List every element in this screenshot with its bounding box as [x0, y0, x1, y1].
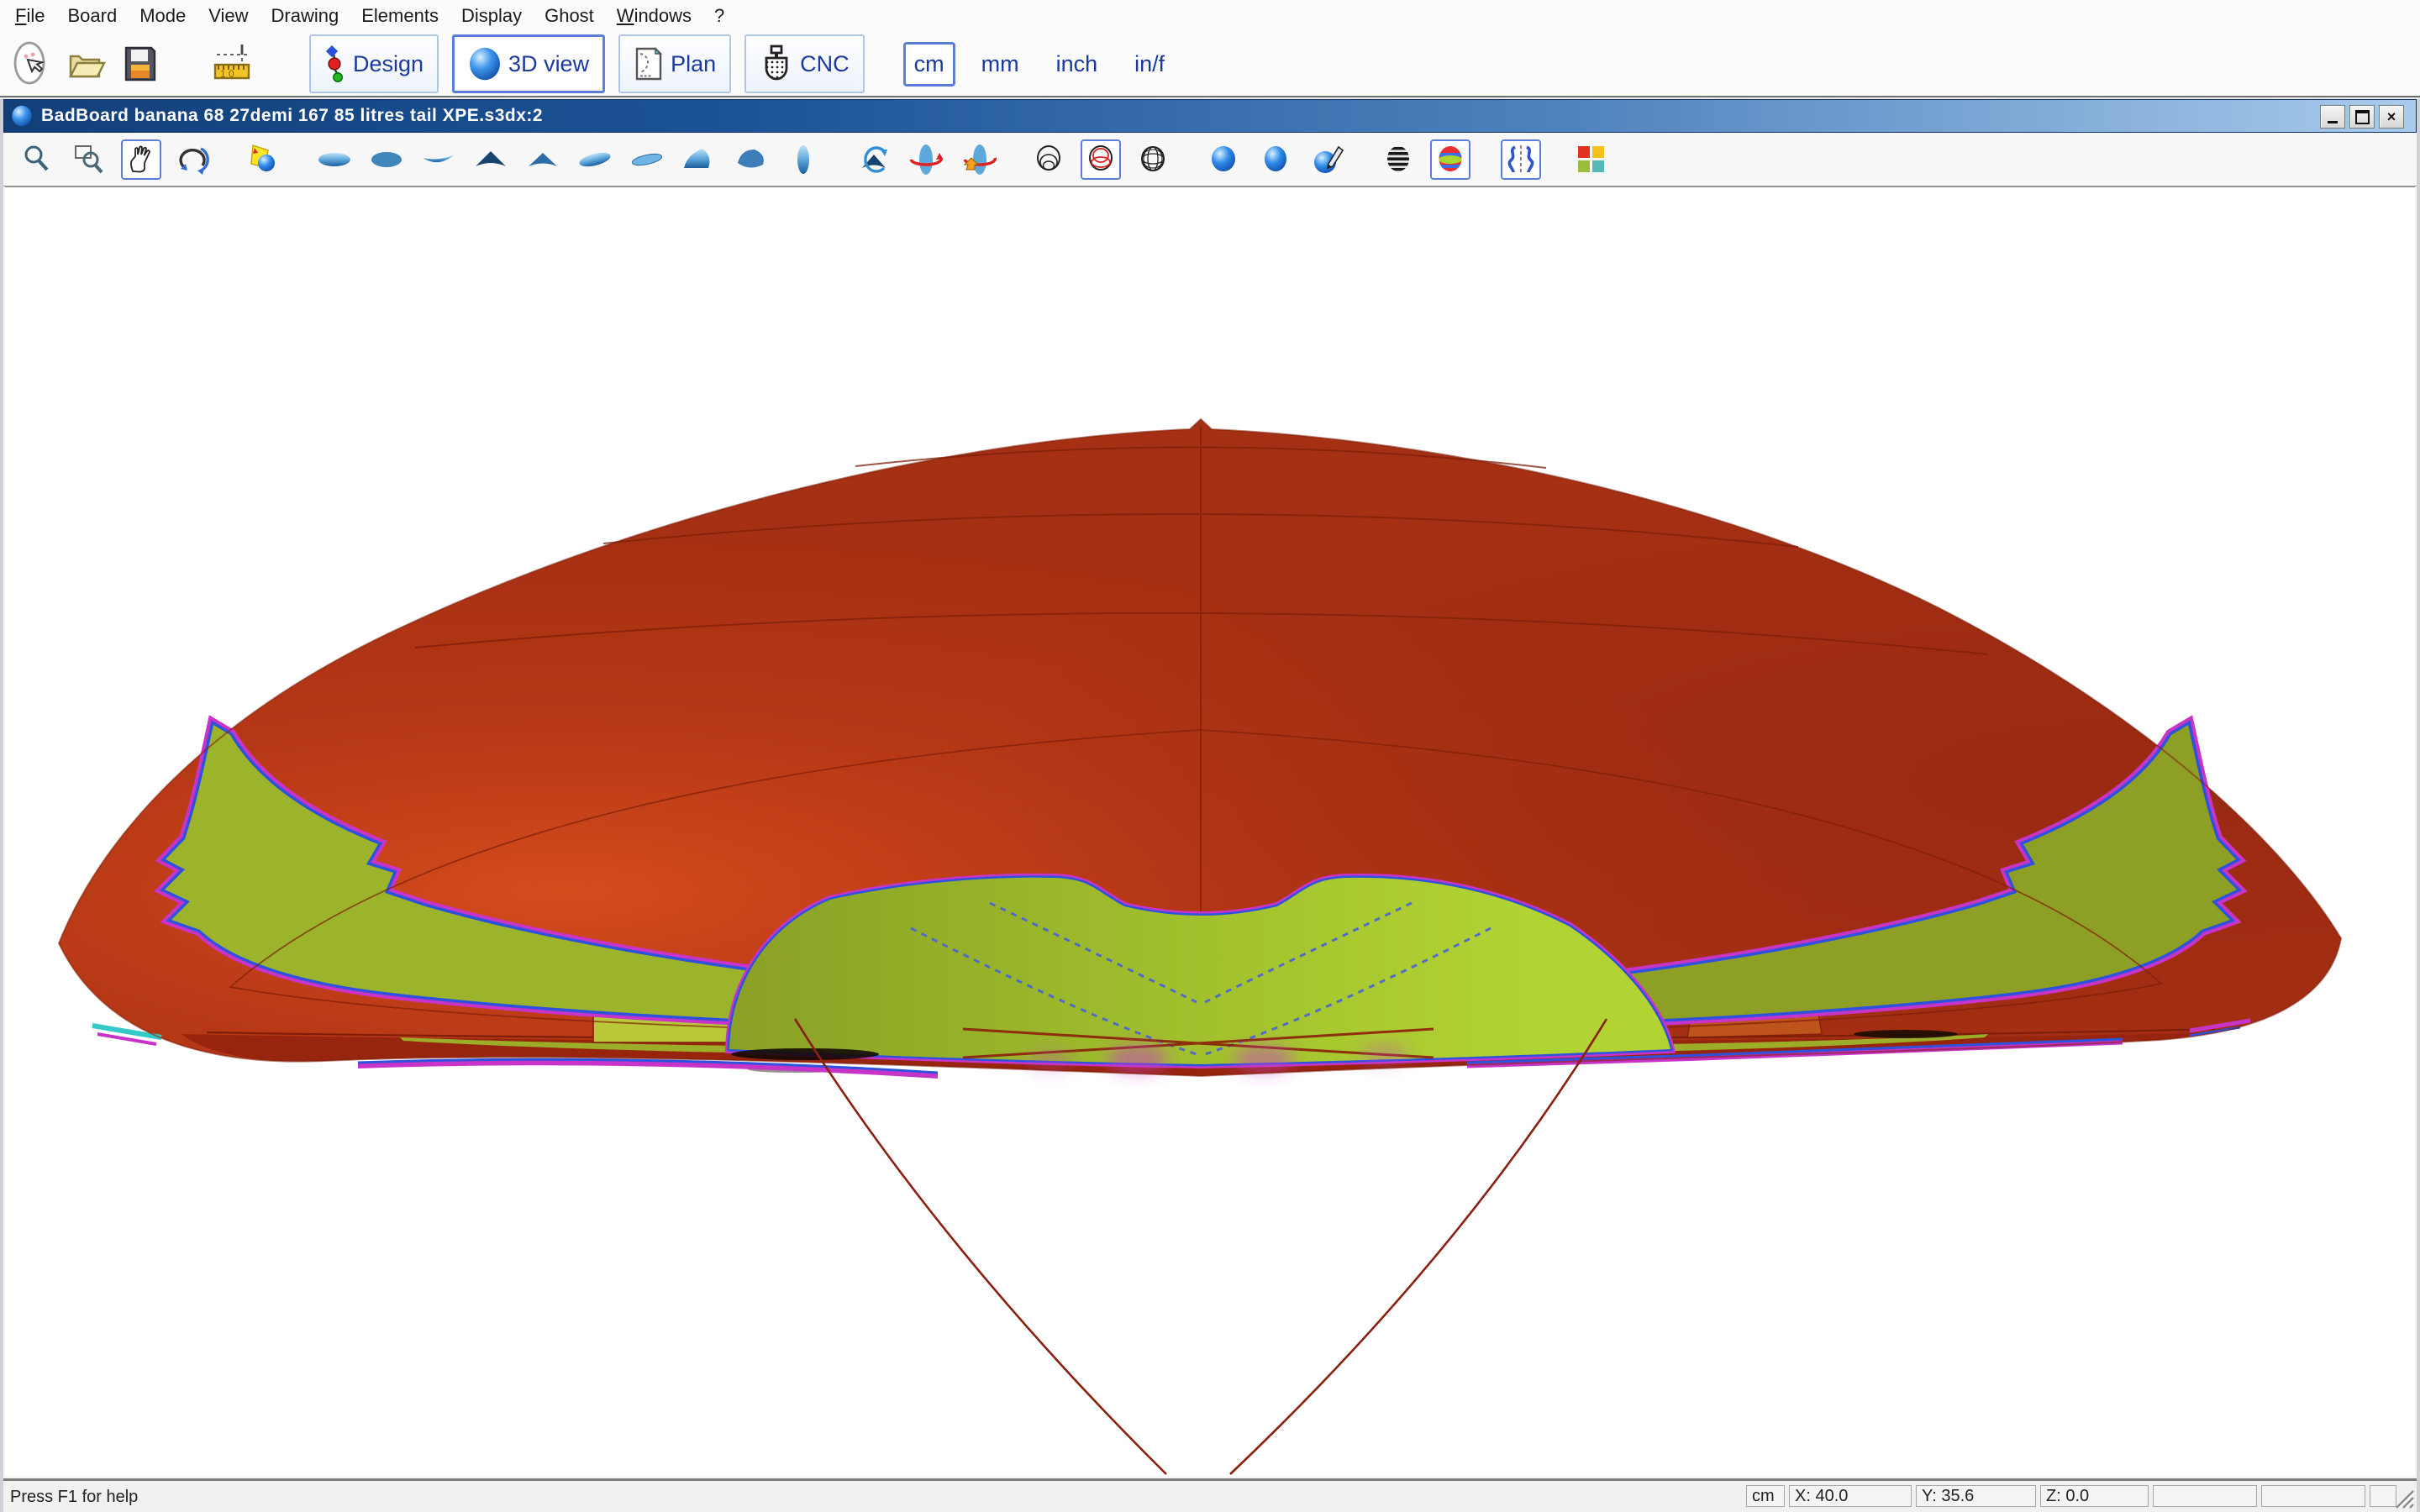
unit-mm-button[interactable]: mm: [971, 42, 1030, 87]
design-icon: [324, 45, 346, 82]
pan-hand-icon[interactable]: [121, 139, 161, 180]
menu-help[interactable]: ?: [714, 5, 724, 27]
cnc-button-label: CNC: [800, 51, 850, 77]
design-button[interactable]: Design: [309, 34, 439, 93]
3d-view-button-label: 3D view: [508, 51, 589, 77]
view-top-icon[interactable]: [314, 139, 355, 180]
plan-button-label: Plan: [671, 51, 716, 77]
animate-flip-icon[interactable]: [854, 139, 894, 180]
document-window: BadBoard banana 68 27demi 167 85 litres …: [0, 99, 2420, 1512]
render-curvature-icon[interactable]: [1430, 139, 1470, 180]
open-file-icon[interactable]: [64, 40, 108, 87]
view-front-icon[interactable]: [471, 139, 511, 180]
new-board-icon[interactable]: [10, 40, 54, 87]
render-zebra-icon[interactable]: [1378, 139, 1418, 180]
view-top-tilted-icon[interactable]: [575, 139, 615, 180]
plan-button[interactable]: Plan: [618, 34, 731, 93]
render-mesh-icon[interactable]: [1133, 139, 1173, 180]
cnc-button[interactable]: CNC: [744, 34, 865, 93]
plan-icon: [634, 45, 664, 82]
view-bottom-tilted-icon[interactable]: [627, 139, 667, 180]
animate-spin-step-icon[interactable]: [958, 139, 998, 180]
menu-bar: File Board Mode View Drawing Elements Di…: [0, 0, 2420, 32]
view-bottom-icon[interactable]: [366, 139, 407, 180]
document-title: BadBoard banana 68 27demi 167 85 litres …: [41, 106, 543, 126]
zoom-window-icon[interactable]: [69, 139, 109, 180]
render-painted-icon[interactable]: [1307, 139, 1348, 180]
toggle-symmetry-icon[interactable]: [1501, 139, 1541, 180]
resize-grip[interactable]: [2393, 1488, 2415, 1509]
menu-mode[interactable]: Mode: [139, 5, 186, 27]
document-icon: [11, 105, 33, 127]
status-y: Y: 35.6: [1916, 1485, 2036, 1507]
document-title-bar: BadBoard banana 68 27demi 167 85 litres …: [3, 99, 2417, 133]
view-outline-icon[interactable]: [783, 139, 823, 180]
menu-file[interactable]: File: [15, 5, 45, 27]
menu-windows[interactable]: Windows: [617, 5, 692, 27]
unit-inch-button[interactable]: inch: [1045, 42, 1109, 87]
menu-display[interactable]: Display: [461, 5, 522, 27]
main-toolbar: 1 0 Design 3D view Plan: [0, 32, 2420, 97]
zoom-icon[interactable]: [17, 139, 57, 180]
view-perspective-icon[interactable]: [679, 139, 719, 180]
status-extra-2: [2261, 1485, 2365, 1507]
save-file-icon[interactable]: [118, 40, 161, 87]
menu-view[interactable]: View: [208, 5, 248, 27]
maximize-button[interactable]: [2349, 105, 2375, 129]
render-smooth-icon[interactable]: [1255, 139, 1296, 180]
menu-elements[interactable]: Elements: [361, 5, 439, 27]
design-button-label: Design: [353, 51, 424, 77]
cnc-icon: [760, 45, 793, 83]
view-perspective-2-icon[interactable]: [731, 139, 771, 180]
view-back-icon[interactable]: [523, 139, 563, 180]
menu-board[interactable]: Board: [67, 5, 117, 27]
minimize-button[interactable]: [2320, 105, 2345, 129]
status-extra-1: [2153, 1485, 2257, 1507]
animate-spin-icon[interactable]: [906, 139, 946, 180]
menu-ghost[interactable]: Ghost: [544, 5, 594, 27]
close-button[interactable]: ×: [2379, 105, 2404, 129]
svg-text:1 0: 1 0: [220, 68, 234, 80]
status-help-text: Press F1 for help: [10, 1488, 138, 1507]
3d-viewport[interactable]: [5, 186, 2415, 1476]
view-toolbar: [3, 133, 2417, 186]
status-unit: cm: [1746, 1485, 1785, 1507]
status-x: X: 40.0: [1789, 1485, 1912, 1507]
status-bar: Press F1 for help cm X: 40.0 Y: 35.6 Z: …: [3, 1478, 2417, 1512]
light-direction-icon[interactable]: [244, 139, 284, 180]
render-wireframe-icon[interactable]: [1028, 139, 1069, 180]
color-palette-icon[interactable]: [1571, 139, 1612, 180]
3d-view-icon: [468, 47, 502, 81]
rocker-curves: [795, 1019, 1607, 1474]
unit-inf-button[interactable]: in/f: [1123, 42, 1176, 87]
menu-drawing[interactable]: Drawing: [271, 5, 339, 27]
render-solid-icon[interactable]: [1203, 139, 1244, 180]
3d-view-button[interactable]: 3D view: [452, 34, 605, 93]
status-z: Z: 0.0: [2040, 1485, 2149, 1507]
dimensions-icon[interactable]: 1 0: [210, 40, 254, 87]
rotate-3d-icon[interactable]: [173, 139, 213, 180]
unit-cm-button[interactable]: cm: [903, 42, 955, 87]
render-wireframe-red-icon[interactable]: [1081, 139, 1121, 180]
board-render: [5, 187, 2415, 1476]
view-rocker-icon[interactable]: [418, 139, 459, 180]
